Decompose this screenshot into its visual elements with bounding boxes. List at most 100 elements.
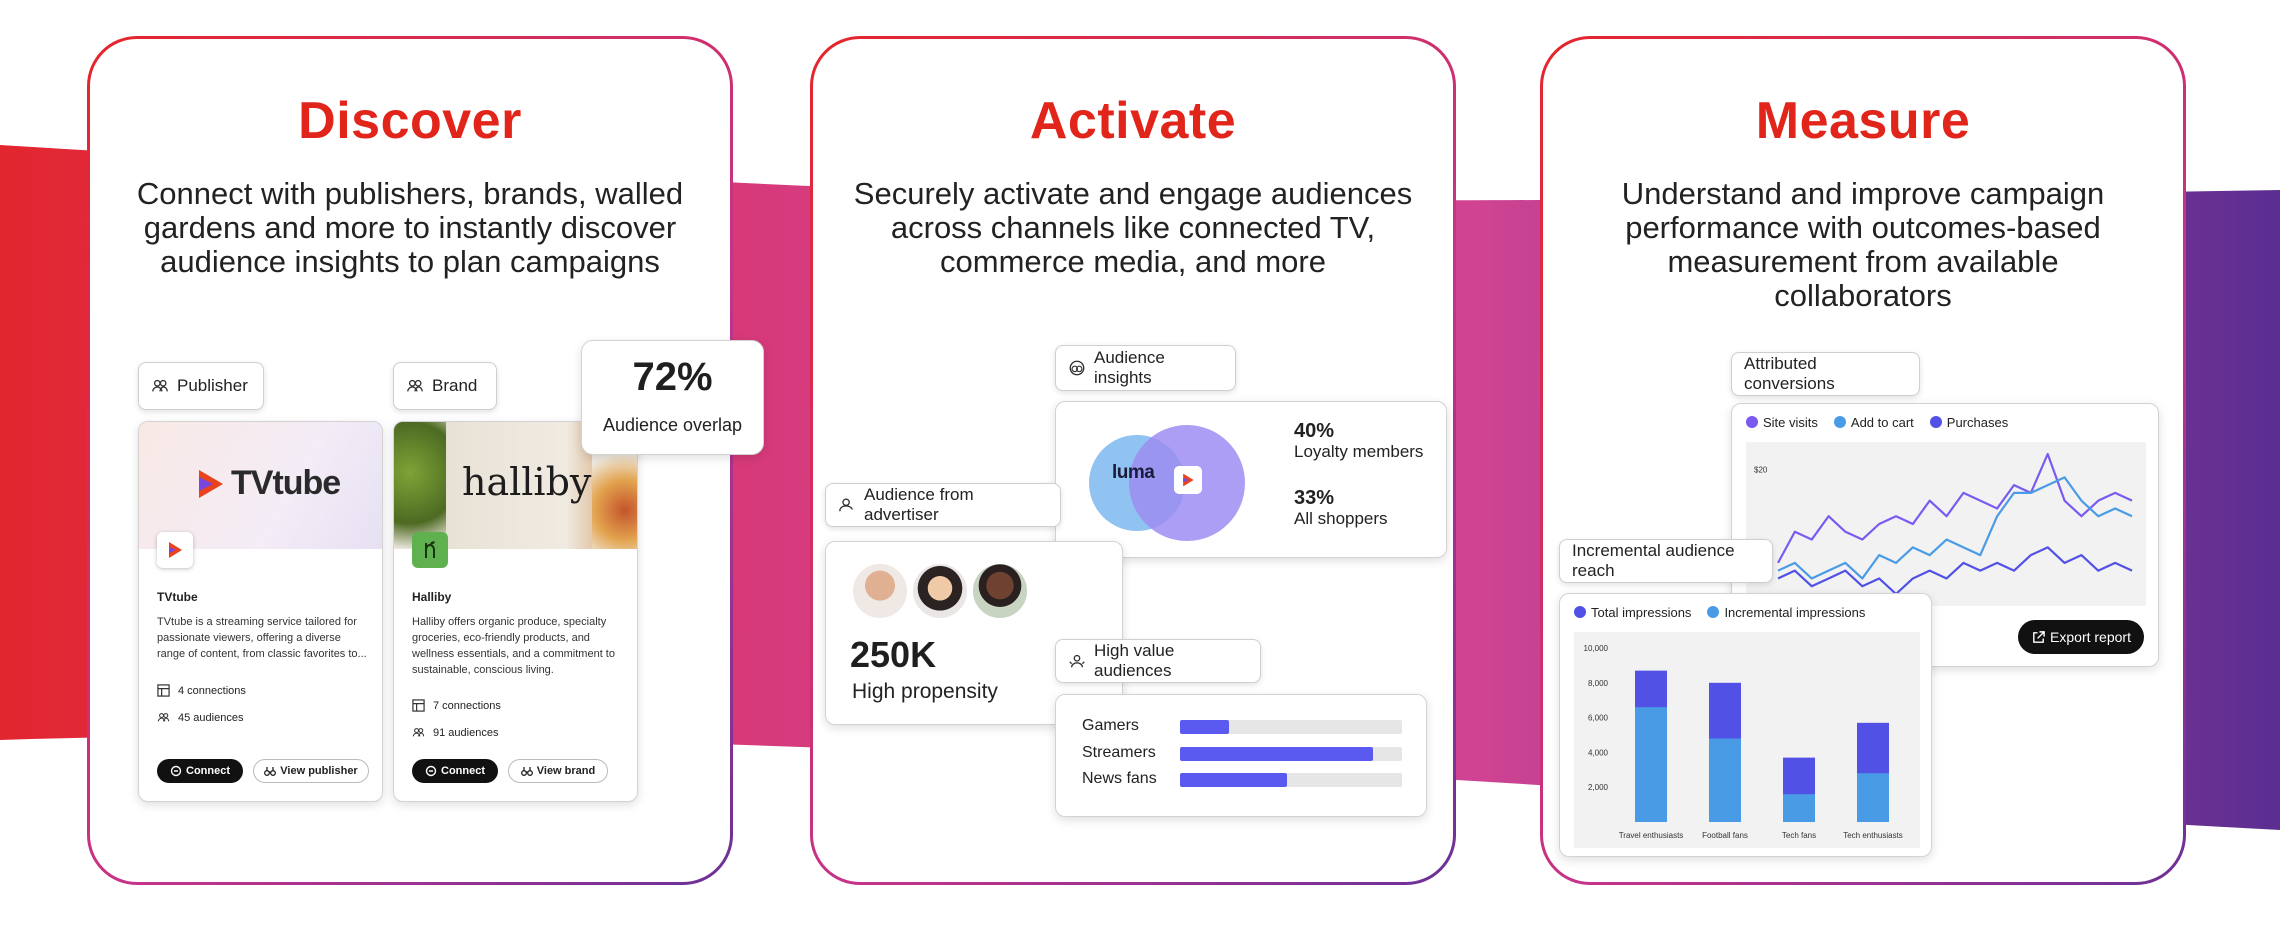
- play-icon: [199, 469, 223, 498]
- x-tick-label: Tech enthusiasts: [1843, 831, 1903, 840]
- export-report-button[interactable]: Export report: [2018, 620, 2144, 654]
- measure-title: Measure: [1755, 92, 1971, 150]
- publisher-tag-label: Publisher: [177, 376, 248, 395]
- line-chart: $20$15: [1746, 442, 2146, 606]
- segments-icon: [1069, 360, 1085, 376]
- line-legend: Site visits Add to cart Purchases: [1746, 415, 2008, 430]
- play-icon: [169, 542, 182, 558]
- discover-card: Discover Connect with publishers, brands…: [87, 36, 764, 885]
- tvtube-avatar: [1174, 466, 1202, 494]
- measure-description: Understand and improve campaign performa…: [1621, 176, 2105, 313]
- dot-icon: [1929, 416, 1942, 428]
- legend-item: Purchases: [1929, 415, 2008, 430]
- legend-item: Incremental impressions: [1707, 605, 1865, 620]
- person-avatar: [971, 562, 1029, 620]
- bar-label: News fans: [1082, 770, 1157, 787]
- person-avatar: [911, 562, 969, 620]
- tvtube-audiences: 45 audiences: [157, 711, 243, 724]
- venn-diagram: [1089, 425, 1245, 541]
- binoculars-icon: [264, 767, 277, 776]
- bar-chart: 10,000 8,000 6,000 4,000 2,000 Travel enthusi…: [1574, 632, 1920, 848]
- users-icon: [157, 713, 170, 722]
- audience-insights-tag[interactable]: Audience insights: [1055, 345, 1236, 391]
- halliby-avatar: [412, 532, 448, 568]
- bar-incremental-impressions: [1709, 738, 1741, 822]
- connect-icon: [425, 765, 437, 777]
- bar-label: Streamers: [1082, 744, 1156, 761]
- users-icon: [407, 379, 423, 392]
- dot-icon: [1746, 416, 1758, 428]
- connect-button[interactable]: Connect: [412, 759, 498, 783]
- audience-icon: [1069, 654, 1085, 668]
- incremental-audience-card: Total impressions Incremental impression…: [1559, 593, 1932, 857]
- food-photo: [592, 452, 637, 549]
- view-publisher-button[interactable]: View publisher: [253, 759, 369, 783]
- bar-fill-streamers: [1180, 747, 1374, 761]
- overlap-value: 72%: [632, 355, 713, 399]
- users-icon: [152, 379, 168, 392]
- high-value-audiences-card: Gamers Streamers News fans: [1055, 694, 1427, 817]
- tvtube-name: TVtube: [157, 590, 198, 604]
- attributed-conversions-tag[interactable]: Attributed conversions: [1731, 352, 1920, 396]
- propensity-label: High propensity: [852, 680, 998, 703]
- discover-description: Connect with publishers, brands, walled …: [136, 176, 684, 279]
- tvtube-publisher-card[interactable]: TVtube TVtube TVtube is a streaming serv…: [138, 421, 383, 802]
- audience-from-advertiser-tag[interactable]: Audience from advertiser: [825, 483, 1061, 527]
- halliby-connections: 7 connections: [412, 699, 501, 712]
- bar-incremental-impressions: [1635, 707, 1667, 822]
- bar-legend: Total impressions Incremental impression…: [1574, 605, 1865, 620]
- table-icon: [157, 684, 170, 697]
- view-brand-button[interactable]: View brand: [508, 759, 608, 783]
- tvtube-avatar: [157, 532, 193, 568]
- dot-icon: [1707, 606, 1720, 618]
- activate-description: Securely activate and engage audiences a…: [853, 176, 1413, 279]
- person-avatar: [851, 562, 909, 620]
- bar-fill-gamers: [1180, 720, 1229, 734]
- x-tick-label: Travel enthusiasts: [1619, 831, 1684, 840]
- export-icon: [2033, 630, 2045, 643]
- legend-item: Site visits: [1746, 415, 1818, 430]
- discover-title: Discover: [298, 92, 522, 150]
- audience-insights-card: luma 40% Loyalty members 33% All shopper…: [1055, 401, 1447, 558]
- bar-fill-news-fans: [1180, 773, 1287, 787]
- leaf-icon: [425, 541, 435, 558]
- users-icon: [412, 728, 425, 737]
- halliby-logo: halliby: [462, 460, 592, 504]
- activate-card: Activate Securely activate and engage au…: [810, 36, 1456, 885]
- brand-tag-label: Brand: [432, 376, 478, 395]
- y-tick-label: 4,000: [1588, 748, 1609, 757]
- bar-track: [1180, 747, 1402, 761]
- halliby-name: Halliby: [412, 590, 452, 604]
- tvtube-banner: TVtube: [139, 422, 382, 549]
- publisher-tag[interactable]: Publisher: [138, 362, 264, 410]
- binoculars-icon: [520, 767, 533, 776]
- brand-tag[interactable]: Brand: [393, 362, 497, 410]
- y-tick-label: 8,000: [1588, 679, 1609, 688]
- overlap-label: Audience overlap: [602, 415, 743, 435]
- shoppers-label: All shoppers: [1294, 509, 1388, 528]
- bar-label: Gamers: [1082, 717, 1139, 734]
- halliby-brand-card[interactable]: halliby Halliby Halliby offers organic p…: [393, 421, 638, 802]
- x-tick-label: Tech fans: [1782, 831, 1816, 840]
- x-tick-label: Football fans: [1702, 831, 1748, 840]
- loyalty-value: 40%: [1294, 420, 1335, 442]
- bar-track: [1180, 720, 1402, 734]
- bar-track: [1180, 773, 1402, 787]
- y-tick-label: 2,000: [1588, 783, 1609, 792]
- high-value-audiences-tag[interactable]: High value audiences: [1055, 639, 1261, 683]
- luma-logo: luma: [1112, 462, 1155, 483]
- legend-item: Total impressions: [1574, 605, 1691, 620]
- incremental-audience-reach-tag[interactable]: Incremental audience reach: [1559, 539, 1773, 583]
- bar-incremental-impressions: [1783, 794, 1815, 822]
- propensity-value: 250K: [850, 634, 937, 675]
- tvtube-connections: 4 connections: [157, 684, 246, 697]
- user-icon: [839, 498, 854, 512]
- halliby-description: Halliby offers organic produce, specialt…: [412, 616, 615, 676]
- dot-icon: [1574, 606, 1586, 618]
- halliby-audiences: 91 audiences: [412, 726, 498, 739]
- activate-title: Activate: [1029, 92, 1237, 150]
- connect-button[interactable]: Connect: [157, 759, 243, 783]
- tvtube-logo: TVtube: [195, 464, 341, 503]
- food-photo: [394, 422, 446, 549]
- page: Discover Connect with publishers, brands…: [0, 0, 2280, 928]
